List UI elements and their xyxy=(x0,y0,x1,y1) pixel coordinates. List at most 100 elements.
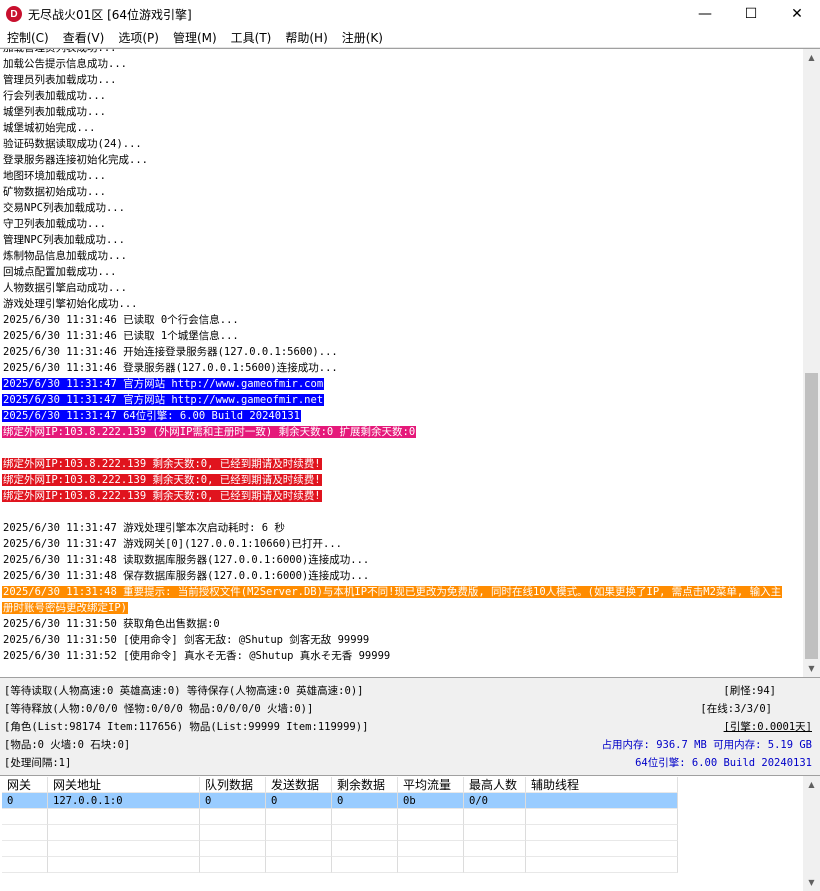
log-text: 管理NPC列表加载成功... xyxy=(3,234,125,246)
status-engine-days[interactable]: [引擎:0.0001天] xyxy=(724,718,812,736)
log-line: 城堡城初始完成... xyxy=(2,120,800,136)
scroll-up-icon[interactable]: ▲ xyxy=(803,49,820,66)
window-controls: — ☐ ✕ xyxy=(682,0,820,28)
log-text: 矿物数据初始成功... xyxy=(3,186,106,198)
col-queue[interactable]: 队列数据 xyxy=(200,777,266,793)
log-panel[interactable]: 加载管理员列表成功... 加载公告提示信息成功... 管理员列表加载成功... 行会列… xyxy=(0,48,820,678)
log-text: 城堡城初始完成... xyxy=(3,122,96,134)
menu-register[interactable]: 注册(K) xyxy=(335,28,390,48)
log-line: 地图环境加载成功... xyxy=(2,168,800,184)
table-row[interactable]: 0 127.0.0.1:0 0 0 0 0b 0/0 xyxy=(2,793,678,809)
log-text: 地图环境加载成功... xyxy=(3,170,106,182)
log-text: 人物数据引擎启动成功... xyxy=(3,282,127,294)
cell-remaining: 0 xyxy=(332,793,398,809)
scroll-up-icon[interactable]: ▲ xyxy=(803,776,820,793)
log-line: 管理NPC列表加载成功... xyxy=(2,232,800,248)
close-button[interactable]: ✕ xyxy=(774,0,820,28)
menu-options[interactable]: 选项(P) xyxy=(111,28,166,48)
log-line: 2025/6/30 11:31:46 登录服务器(127.0.0.1:5600)… xyxy=(2,360,800,376)
log-text: 2025/6/30 11:31:47 官方网站 http://www.gameo… xyxy=(2,394,325,406)
log-scrollbar[interactable]: ▲ ▼ xyxy=(803,49,820,677)
log-line: 2025/6/30 11:31:46 开始连接登录服务器(127.0.0.1:5… xyxy=(2,344,800,360)
log-text: 2025/6/30 11:31:46 登录服务器(127.0.0.1:5600)… xyxy=(3,362,338,374)
table-empty-row xyxy=(2,825,678,841)
log-text: 2025/6/30 11:31:46 已读取 1个城堡信息... xyxy=(3,330,239,342)
cell-sent: 0 xyxy=(266,793,332,809)
col-address[interactable]: 网关地址 xyxy=(48,777,200,793)
log-text: 回城点配置加载成功... xyxy=(3,266,117,278)
log-line: 管理员列表加载成功... xyxy=(2,72,800,88)
log-text: 2025/6/30 11:31:46 已读取 0个行会信息... xyxy=(3,314,239,326)
log-text: 2025/6/30 11:31:48 保存数据库服务器(127.0.0.1:60… xyxy=(3,570,370,582)
gateway-table[interactable]: 网关 网关地址 队列数据 发送数据 剩余数据 平均流量 最高人数 辅助线程 0 … xyxy=(0,775,820,891)
log-text: 2025/6/30 11:31:46 开始连接登录服务器(127.0.0.1:5… xyxy=(3,346,338,358)
log-line: 2025/6/30 11:31:48 读取数据库服务器(127.0.0.1:60… xyxy=(2,552,800,568)
cell-gateway: 0 xyxy=(2,793,48,809)
log-line: 2025/6/30 11:31:47 官方网站 http://www.gameo… xyxy=(2,376,800,392)
table-header: 网关 网关地址 队列数据 发送数据 剩余数据 平均流量 最高人数 辅助线程 xyxy=(2,777,678,793)
log-line: 绑定外网IP:103.8.222.139 (外网IP需和主册时一致) 剩余天数:… xyxy=(2,424,800,440)
log-line: 2025/6/30 11:31:46 已读取 1个城堡信息... xyxy=(2,328,800,344)
window-title: 无尽战火01区 [64位游戏引擎] xyxy=(28,7,192,22)
minimize-button[interactable]: — xyxy=(682,0,728,28)
log-text: 绑定外网IP:103.8.222.139 剩余天数:0, 已经到期请及时续费! xyxy=(2,458,322,470)
col-helper-threads[interactable]: 辅助线程 xyxy=(526,777,678,793)
log-line: 回城点配置加载成功... xyxy=(2,264,800,280)
log-text: 2025/6/30 11:31:50 获取角色出售数据:0 xyxy=(3,618,220,630)
maximize-button[interactable]: ☐ xyxy=(728,0,774,28)
col-sent[interactable]: 发送数据 xyxy=(266,777,332,793)
log-text: 绑定外网IP:103.8.222.139 剩余天数:0, 已经到期请及时续费! xyxy=(2,474,322,486)
menu-tools[interactable]: 工具(T) xyxy=(224,28,279,48)
col-avg-traffic[interactable]: 平均流量 xyxy=(398,777,464,793)
scroll-down-icon[interactable]: ▼ xyxy=(803,660,820,677)
scroll-thumb[interactable] xyxy=(805,373,818,659)
scroll-down-icon[interactable]: ▼ xyxy=(803,874,820,891)
log-line: 城堡列表加载成功... xyxy=(2,104,800,120)
log-text: 验证码数据读取成功(24)... xyxy=(3,138,142,150)
status-wait-release: [等待释放(人物:0/0/0 怪物:0/0/0 物品:0/0/0/0 火墙:0)… xyxy=(4,703,314,715)
cell-max-users: 0/0 xyxy=(464,793,526,809)
log-line: 绑定外网IP:103.8.222.139 剩余天数:0, 已经到期请及时续费! xyxy=(2,456,800,472)
app-icon[interactable]: D xyxy=(6,6,22,22)
log-text: 加载管理员列表成功... xyxy=(3,48,117,54)
log-line xyxy=(2,440,800,456)
log-line: 2025/6/30 11:31:50 [使用命令] 剑客无敌: @Shutup … xyxy=(2,632,800,648)
status-memory: 占用内存: 936.7 MB 可用内存: 5.19 GB xyxy=(601,739,812,751)
menu-control[interactable]: 控制(C) xyxy=(0,28,56,48)
status-interval: [处理间隔:1] xyxy=(4,757,72,769)
log-line: 2025/6/30 11:31:47 官方网站 http://www.gameo… xyxy=(2,392,800,408)
log-text: 管理员列表加载成功... xyxy=(3,74,117,86)
log-line: 绑定外网IP:103.8.222.139 剩余天数:0, 已经到期请及时续费! xyxy=(2,472,800,488)
col-max-users[interactable]: 最高人数 xyxy=(464,777,526,793)
status-monster-refresh: [刷怪:94] xyxy=(723,685,776,697)
table-empty-row xyxy=(2,841,678,857)
log-line: 守卫列表加载成功... xyxy=(2,216,800,232)
menu-bar: 控制(C) 查看(V) 选项(P) 管理(M) 工具(T) 帮助(H) 注册(K… xyxy=(0,28,820,48)
status-online: [在线:3/3/0] xyxy=(700,703,772,715)
table-scrollbar[interactable]: ▲ ▼ xyxy=(803,776,820,891)
col-remaining[interactable]: 剩余数据 xyxy=(332,777,398,793)
log-line: 2025/6/30 11:31:50 获取角色出售数据:0 xyxy=(2,616,800,632)
status-roles-items: [角色(List:98174 Item:117656) 物品(List:9999… xyxy=(4,721,369,733)
log-text: 2025/6/30 11:31:52 [使用命令] 真水そ无香: @Shutup… xyxy=(3,650,391,662)
log-line xyxy=(2,504,800,520)
log-text: 2025/6/30 11:31:48 读取数据库服务器(127.0.0.1:60… xyxy=(3,554,370,566)
log-line: 2025/6/30 11:31:47 64位引擎: 6.00 Build 202… xyxy=(2,408,800,424)
log-text: 2025/6/30 11:31:50 [使用命令] 剑客无敌: @Shutup … xyxy=(3,634,370,646)
status-wait-read: [等待读取(人物高速:0 英雄高速:0) 等待保存(人物高速:0 英雄高速:0)… xyxy=(4,685,364,697)
log-text: 游戏处理引擎初始化成功... xyxy=(3,298,138,310)
log-text: 绑定外网IP:103.8.222.139 (外网IP需和主册时一致) 剩余天数:… xyxy=(2,426,417,438)
menu-help[interactable]: 帮助(H) xyxy=(278,28,334,48)
menu-view[interactable]: 查看(V) xyxy=(56,28,112,48)
log-line: 加载管理员列表成功... xyxy=(2,48,800,56)
log-line: 2025/6/30 11:31:47 游戏处理引擎本次启动耗时: 6 秒 xyxy=(2,520,800,536)
log-line: 交易NPC列表加载成功... xyxy=(2,200,800,216)
title-bar[interactable]: D 无尽战火01区 [64位游戏引擎] — ☐ ✕ xyxy=(0,0,820,28)
log-line: 加载公告提示信息成功... xyxy=(2,56,800,72)
menu-manage[interactable]: 管理(M) xyxy=(166,28,224,48)
col-gateway[interactable]: 网关 xyxy=(2,777,48,793)
log-line: 2025/6/30 11:31:48 保存数据库服务器(127.0.0.1:60… xyxy=(2,568,800,584)
log-text: 2025/6/30 11:31:47 游戏网关[0](127.0.0.1:106… xyxy=(3,538,343,550)
log-line: 炼制物品信息加载成功... xyxy=(2,248,800,264)
log-line: 2025/6/30 11:31:52 [使用命令] 真水そ无香: @Shutup… xyxy=(2,648,800,664)
